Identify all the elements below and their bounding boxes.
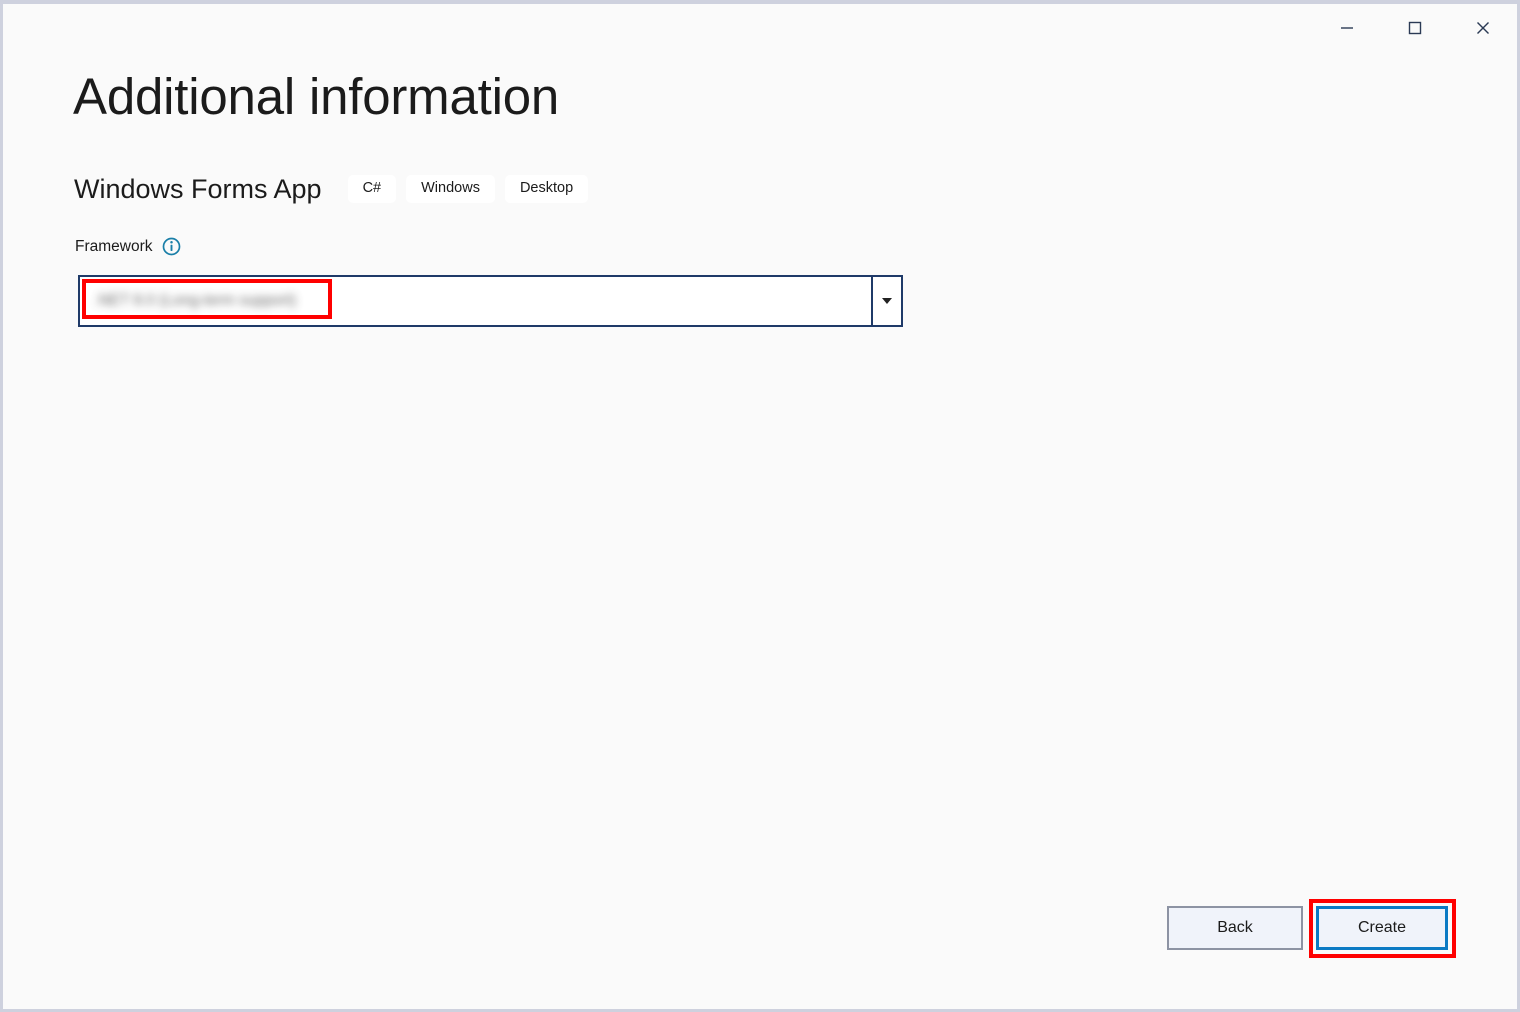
page-title: Additional information [73, 66, 559, 127]
framework-dropdown-toggle[interactable] [871, 277, 901, 325]
framework-label-row: Framework [75, 237, 181, 256]
framework-dropdown[interactable]: .NET 8.0 (Long-term support) [78, 275, 903, 327]
tag-project-type: Desktop [505, 175, 588, 203]
framework-dropdown-value-area[interactable]: .NET 8.0 (Long-term support) [80, 277, 871, 325]
create-button[interactable]: Create [1316, 906, 1448, 950]
tag-language: C# [348, 175, 397, 203]
tag-platform: Windows [406, 175, 495, 203]
back-button[interactable]: Back [1167, 906, 1303, 950]
framework-selected-value: .NET 8.0 (Long-term support) [94, 292, 296, 310]
dialog-content: Additional information Windows Forms App… [3, 4, 1517, 1009]
template-name: Windows Forms App [74, 174, 322, 205]
framework-label: Framework [75, 238, 153, 256]
tag-list: C# Windows Desktop [348, 175, 589, 203]
info-icon[interactable] [162, 237, 181, 256]
chevron-down-icon [882, 298, 892, 304]
framework-dropdown-wrap: .NET 8.0 (Long-term support) [78, 275, 903, 327]
template-summary: Windows Forms App C# Windows Desktop [74, 171, 588, 207]
additional-information-dialog: Additional information Windows Forms App… [0, 0, 1520, 1012]
